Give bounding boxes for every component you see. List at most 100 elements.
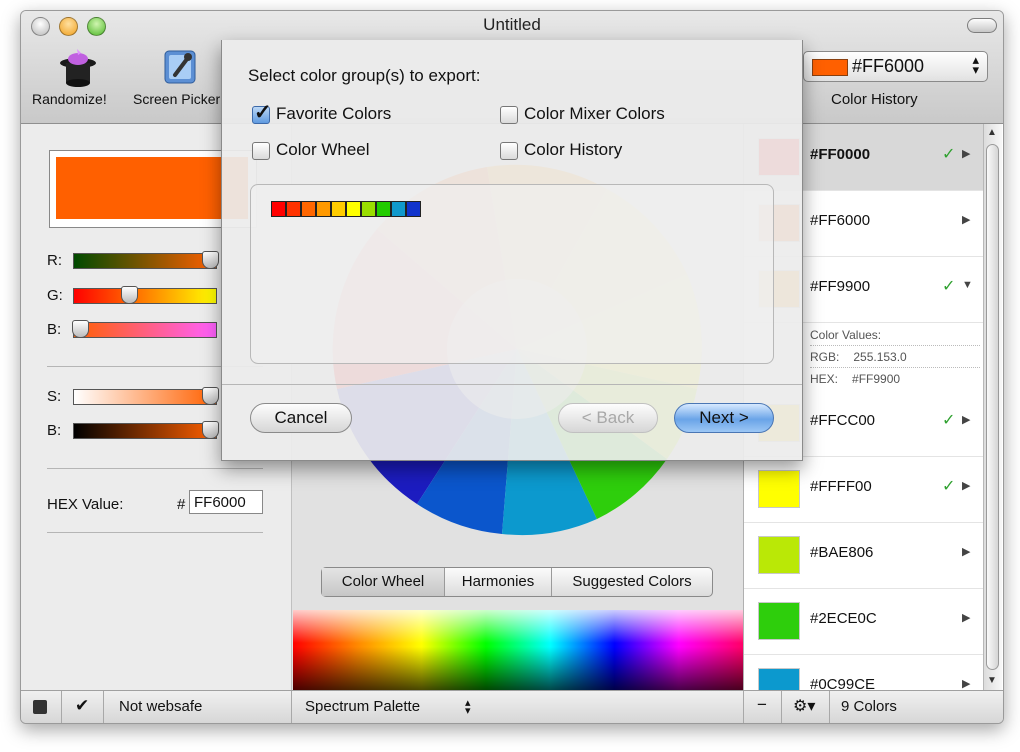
hex-value-field[interactable]: FF6000 [189,490,263,514]
current-color-swatch [812,59,848,76]
remove-color-button[interactable]: − [757,695,767,715]
status-bar: ✔ Not websafe Spectrum Palette ▴ ▾ − ⚙▾ 9… [21,690,1003,723]
divider [47,468,263,469]
favorite-colors-label[interactable]: Favorite Colors [276,104,391,124]
divider [291,691,292,723]
history-color-code: #FF0000 [810,146,871,163]
favorite-check-icon[interactable]: ✓ [942,410,955,430]
preview-swatch [391,201,406,217]
scroll-thumb[interactable] [986,144,999,670]
history-scrollbar[interactable]: ▲ ▼ [983,124,1002,690]
current-color-popup[interactable]: #FF6000 ▴ ▾ [803,51,988,82]
websafe-check-icon[interactable]: ✔ [75,696,89,716]
current-color-value: #FF6000 [852,56,925,76]
scroll-up-icon[interactable]: ▲ [987,127,997,138]
tab-harmonies[interactable]: Harmonies [445,568,552,596]
back-button[interactable]: < Back [558,403,658,433]
color-mixer-colors-label[interactable]: Color Mixer Colors [524,104,665,124]
red-slider-knob[interactable] [202,251,219,269]
export-prompt: Select color group(s) to export: [248,66,481,85]
disclosure-closed-icon[interactable]: ▶ [962,545,970,558]
history-swatch [758,470,800,508]
favorite-check-icon[interactable]: ✓ [942,276,955,296]
history-color-code: #FF9900 [810,278,871,295]
preview-swatches [271,185,471,225]
history-item[interactable]: #FFFF00 ✓ ▶ [744,456,984,523]
export-preview-box [250,184,774,364]
green-slider-label: G: [47,287,63,304]
disclosure-open-icon[interactable]: ▼ [962,279,973,291]
tab-suggested-colors[interactable]: Suggested Colors [552,568,712,596]
brightness-slider-label: B: [47,422,62,439]
favorite-check-icon[interactable]: ✓ [942,476,955,496]
disclosure-closed-icon[interactable]: ▶ [962,677,970,690]
saturation-slider-knob[interactable] [202,387,219,405]
preview-swatch [301,201,316,217]
color-history-label[interactable]: Color History [524,140,622,160]
red-slider[interactable] [73,251,219,269]
rgb-value-label: RGB: [810,350,840,364]
color-values-heading-label: Color Values: [810,328,882,342]
colors-count: 9 Colors [841,698,897,715]
saturation-slider[interactable] [73,387,219,405]
green-slider-knob[interactable] [121,286,138,304]
favorite-check-icon[interactable]: ✓ [942,144,955,164]
blue-slider-knob[interactable] [72,320,89,338]
palette-selector[interactable]: Spectrum Palette [305,698,420,715]
randomize-label[interactable]: Randomize! [32,91,107,107]
cancel-button[interactable]: Cancel [250,403,352,433]
disclosure-closed-icon[interactable]: ▶ [962,413,970,426]
color-wheel-label[interactable]: Color Wheel [276,140,370,160]
brightness-slider[interactable] [73,421,219,439]
disclosure-closed-icon[interactable]: ▶ [962,611,970,624]
history-color-code: #FFFF00 [810,478,872,495]
eyedropper-icon[interactable] [161,45,201,89]
disclosure-closed-icon[interactable]: ▶ [962,213,970,226]
favorite-colors-checkbox[interactable] [252,100,272,125]
blue-slider[interactable] [72,320,217,338]
rgb-value: 255.153.0 [853,350,907,364]
brightness-slider-knob[interactable] [202,421,219,439]
preview-swatch [331,201,346,217]
magic-hat-icon[interactable] [57,45,99,89]
next-button[interactable]: Next > [674,403,774,433]
color-wheel-checkbox[interactable] [252,142,270,160]
screen-picker-label[interactable]: Screen Picker [133,91,221,107]
blue-slider-label: B: [47,321,62,338]
disclosure-closed-icon[interactable]: ▶ [962,147,970,160]
history-color-code: #FFCC00 [810,412,876,429]
hex-hash-label: # [177,496,186,513]
hex-value-label: HEX: [810,372,839,386]
palette-arrows-icon[interactable]: ▴ ▾ [465,698,471,717]
color-history-checkbox[interactable] [500,142,518,160]
preview-swatch [316,201,331,217]
green-slider[interactable] [73,286,217,304]
disclosure-closed-icon[interactable]: ▶ [962,479,970,492]
history-color-code: #2ECE0C [810,610,877,627]
hex-value: #FF9900 [852,372,901,386]
history-swatch [758,536,800,574]
scroll-down-icon[interactable]: ▼ [987,675,997,686]
divider [222,384,802,385]
color-mixer-colors-checkbox[interactable] [500,106,518,124]
websafe-cube-icon[interactable] [33,700,47,714]
tab-color-wheel[interactable]: Color Wheel [322,568,445,596]
view-tabs: Color Wheel Harmonies Suggested Colors [321,567,713,597]
window-title: Untitled [483,15,541,34]
divider [781,691,782,723]
history-item[interactable]: #BAE806 ▶ [744,522,984,589]
history-item[interactable]: #2ECE0C ▶ [744,588,984,655]
websafe-status: Not websafe [119,698,203,715]
preview-swatch [376,201,391,217]
saturation-slider-label: S: [47,388,62,405]
divider [103,691,104,723]
history-color-code: #FF6000 [810,212,871,229]
preview-swatch [406,201,421,217]
spectrum-palette[interactable] [293,610,743,692]
divider [829,691,830,723]
gear-icon[interactable]: ⚙▾ [793,696,815,716]
toolbar-toggle-button[interactable] [967,18,997,33]
history-color-code: #BAE806 [810,544,874,561]
preview-swatch [361,201,376,217]
red-slider-label: R: [47,252,62,269]
